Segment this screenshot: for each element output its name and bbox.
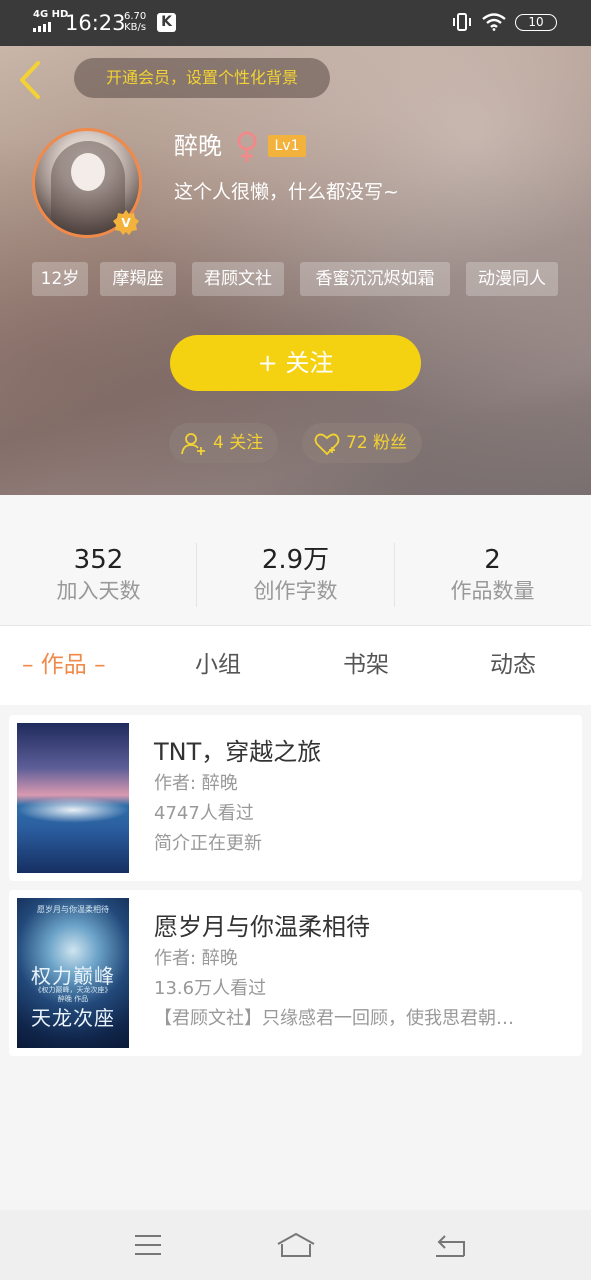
stat-value: 2.9万 xyxy=(261,545,330,575)
back-nav-icon[interactable] xyxy=(434,1232,466,1258)
work-author: 作者: 醉晚 xyxy=(154,948,238,969)
speed-unit: KB/s xyxy=(124,22,147,33)
tag-category: 动漫同人 xyxy=(466,262,558,296)
following-button[interactable]: 4 关注 xyxy=(169,423,278,463)
tab-moments[interactable]: 动态 xyxy=(490,648,536,682)
tag-fandom: 香蜜沉沉烬如霜 xyxy=(300,262,450,296)
stat-value: 352 xyxy=(73,545,124,575)
work-views: 4747人看过 xyxy=(154,803,254,824)
clock: 16:23 xyxy=(65,11,126,35)
wifi-icon xyxy=(482,13,506,31)
follow-button[interactable]: + 关注 xyxy=(170,335,421,391)
system-nav-bar xyxy=(0,1210,591,1280)
speed-value: 6.70 xyxy=(124,11,147,22)
tab-works[interactable]: – 作品 – xyxy=(22,648,106,682)
work-views: 13.6万人看过 xyxy=(154,978,267,999)
tab-bookshelf[interactable]: 书架 xyxy=(343,648,389,682)
home-icon[interactable] xyxy=(276,1232,316,1258)
back-button[interactable] xyxy=(14,59,48,101)
stats-panel: 352 加入天数 2.9万 创作字数 2 作品数量 xyxy=(0,495,591,625)
work-summary: 【君顾文社】只缘感君一回顾，使我思君朝… xyxy=(154,1008,514,1029)
book-cover xyxy=(17,723,129,873)
following-count: 4 关注 xyxy=(213,433,264,453)
stat-label: 作品数量 xyxy=(450,579,535,603)
cover-title: 权力巅峰 xyxy=(31,964,115,988)
work-card[interactable]: TNT，穿越之旅 作者: 醉晚 4747人看过 简介正在更新 xyxy=(9,715,582,881)
battery-icon: 10 xyxy=(515,14,557,31)
nickname: 醉晚 xyxy=(174,132,222,160)
svg-text:V: V xyxy=(121,216,131,230)
avatar-face xyxy=(71,153,105,191)
stat-days-joined: 352 加入天数 xyxy=(0,543,197,605)
level-badge: Lv1 xyxy=(268,135,306,157)
app-notification-icon: K xyxy=(157,13,176,32)
stat-label: 创作字数 xyxy=(253,579,338,603)
add-user-icon xyxy=(181,433,205,455)
bio-text: 这个人很懒，什么都没写~ xyxy=(174,181,399,203)
network-type: 4G HD xyxy=(33,9,69,20)
female-icon xyxy=(237,131,257,162)
work-author: 作者: 醉晚 xyxy=(154,773,238,794)
cover-title-2: 天龙次座 xyxy=(31,1006,115,1030)
fans-count: 72 粉丝 xyxy=(346,433,408,453)
stat-work-count: 2 作品数量 xyxy=(394,543,591,605)
network-speed: 6.70 KB/s xyxy=(124,11,146,33)
work-title: 愿岁月与你温柔相待 xyxy=(154,913,370,941)
tab-group[interactable]: 小组 xyxy=(195,648,241,682)
tag-club: 君顾文社 xyxy=(192,262,284,296)
stat-words-written: 2.9万 创作字数 xyxy=(197,543,394,605)
vip-background-button[interactable]: 开通会员，设置个性化背景 xyxy=(74,58,330,98)
tag-age: 12岁 xyxy=(32,262,88,296)
fans-button[interactable]: 72 粉丝 xyxy=(302,423,422,463)
cover-caption: 愿岁月与你温柔相待 xyxy=(37,905,109,914)
work-title: TNT，穿越之旅 xyxy=(154,738,322,766)
stat-label: 加入天数 xyxy=(56,579,141,603)
status-bar: 4G HD 16:23 6.70 KB/s K 10 xyxy=(0,0,591,46)
stat-value: 2 xyxy=(484,545,501,575)
book-cover: 愿岁月与你温柔相待 权力巅峰 《权力巅峰，天龙次座》 醉晚 作品 天龙次座 xyxy=(17,898,129,1048)
tag-zodiac: 摩羯座 xyxy=(100,262,176,296)
work-card[interactable]: 愿岁月与你温柔相待 权力巅峰 《权力巅峰，天龙次座》 醉晚 作品 天龙次座 愿岁… xyxy=(9,890,582,1056)
work-summary: 简介正在更新 xyxy=(154,833,262,854)
menu-icon[interactable] xyxy=(133,1232,163,1258)
heart-icon xyxy=(314,433,340,456)
signal-icon xyxy=(33,22,51,32)
vibrate-icon xyxy=(453,13,471,31)
verified-v-icon: V xyxy=(113,210,139,235)
profile-header: 开通会员，设置个性化背景 V 醉晚 Lv1 这个人很懒，什么都没写~ 12岁 摩… xyxy=(0,46,591,495)
profile-tabs: – 作品 – 小组 书架 动态 xyxy=(0,625,591,705)
wave-foam xyxy=(17,797,129,823)
